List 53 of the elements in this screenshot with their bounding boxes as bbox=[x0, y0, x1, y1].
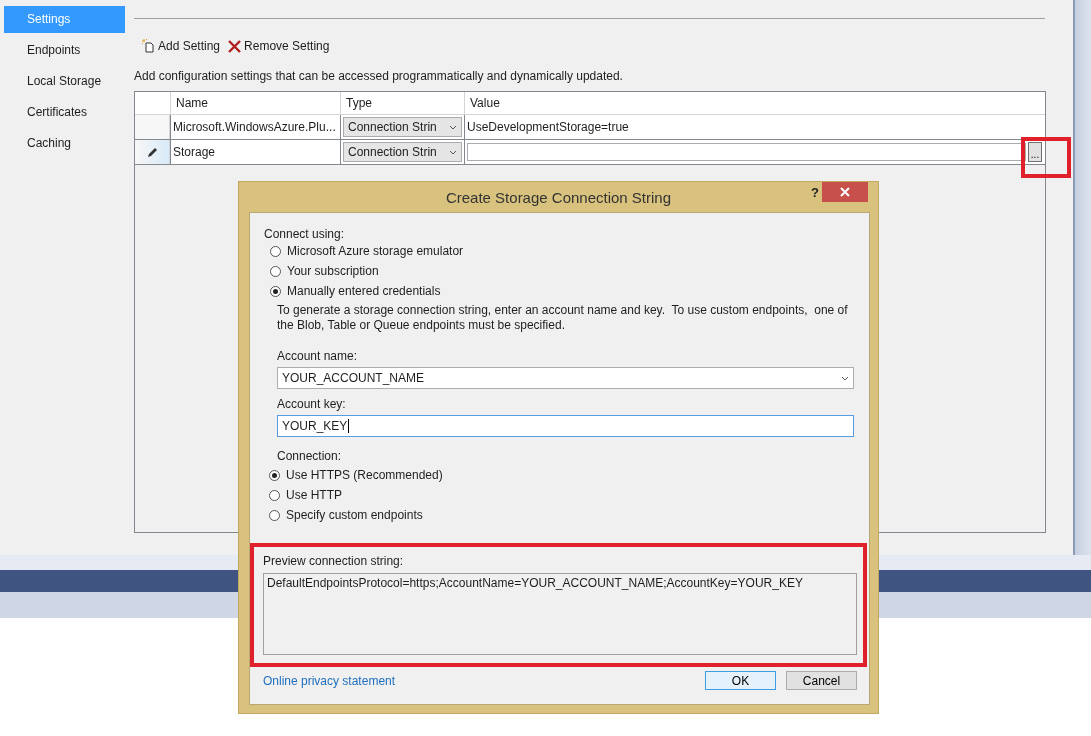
radio-label: Use HTTP bbox=[286, 488, 342, 502]
new-page-icon bbox=[142, 39, 155, 53]
radio-button[interactable] bbox=[269, 489, 280, 501]
sidebar-item[interactable]: Local Storage bbox=[4, 68, 125, 95]
browse-button[interactable]: ... bbox=[1028, 142, 1042, 162]
table-cell: Microsoft.WindowsAzure.Plu... bbox=[170, 115, 340, 139]
radio-label: Use HTTPS (Recommended) bbox=[286, 468, 443, 482]
account-name-combo[interactable]: YOUR_ACCOUNT_NAME bbox=[277, 367, 854, 389]
column-header[interactable]: Name bbox=[170, 92, 340, 114]
help-button[interactable]: ? bbox=[811, 185, 819, 200]
close-icon bbox=[840, 187, 850, 197]
table-cell: UseDevelopmentStorage=true bbox=[464, 115, 1045, 139]
row-header[interactable] bbox=[135, 140, 170, 164]
dialog-button[interactable]: OK bbox=[705, 671, 776, 690]
radio-label: Your subscription bbox=[287, 264, 379, 278]
radio-button[interactable] bbox=[269, 509, 280, 521]
section-label: Connection: bbox=[277, 449, 343, 463]
delete-icon bbox=[228, 39, 242, 53]
toolbar-button[interactable]: Remove Setting bbox=[244, 39, 330, 53]
radio-button[interactable] bbox=[269, 469, 280, 481]
radio-button[interactable] bbox=[270, 245, 281, 257]
description-text: Add configuration settings that can be accessed programmatically and dynamically updated. bbox=[134, 69, 624, 83]
column-header[interactable]: Type bbox=[340, 92, 464, 114]
sidebar-item[interactable]: Caching bbox=[4, 130, 125, 157]
radio-label: Specify custom endpoints bbox=[286, 508, 423, 522]
sidebar-item[interactable]: Certificates bbox=[4, 99, 125, 126]
chevron-icon bbox=[449, 124, 457, 130]
type-dropdown[interactable]: Connection Strin bbox=[343, 142, 462, 162]
value-input[interactable] bbox=[467, 143, 1026, 161]
privacy-link[interactable]: Online privacy statement bbox=[263, 673, 695, 688]
field-label: Preview connection string: bbox=[263, 554, 405, 568]
dialog-button[interactable]: Cancel bbox=[786, 671, 857, 690]
radio-label: Microsoft Azure storage emulator bbox=[287, 244, 464, 258]
radio-button[interactable] bbox=[270, 285, 281, 297]
dialog-title: Create Storage Connection String bbox=[445, 188, 672, 206]
close-button[interactable] bbox=[822, 182, 868, 202]
toolbar-button[interactable]: Add Setting bbox=[158, 39, 221, 53]
sidebar-item[interactable]: Endpoints bbox=[4, 37, 125, 64]
hint-text: To generate a storage connection string, enter an account name and key. To use custom endpoints, one of the Blob, Table or Queue endpoints must be specified. bbox=[277, 303, 849, 333]
field-label: Account key: bbox=[277, 397, 347, 411]
column-header[interactable]: Value bbox=[464, 92, 1045, 114]
pencil-icon bbox=[146, 146, 158, 158]
chevron-icon bbox=[449, 149, 457, 155]
table-cell: Storage bbox=[170, 140, 340, 164]
radio-label: Manually entered credentials bbox=[287, 284, 441, 298]
type-dropdown[interactable]: Connection Strin bbox=[343, 117, 462, 137]
field-label: Account name: bbox=[277, 349, 359, 363]
radio-button[interactable] bbox=[270, 265, 281, 277]
section-label: Connect using: bbox=[264, 227, 346, 241]
account-key-field[interactable]: YOUR_KEY bbox=[277, 415, 854, 437]
highlight-box bbox=[1021, 137, 1071, 178]
preview-text-box: DefaultEndpointsProtocol=https;AccountName=YOUR_ACCOUNT_NAME;AccountKey=YOUR_KEY bbox=[263, 573, 857, 655]
chevron-icon bbox=[841, 375, 849, 381]
